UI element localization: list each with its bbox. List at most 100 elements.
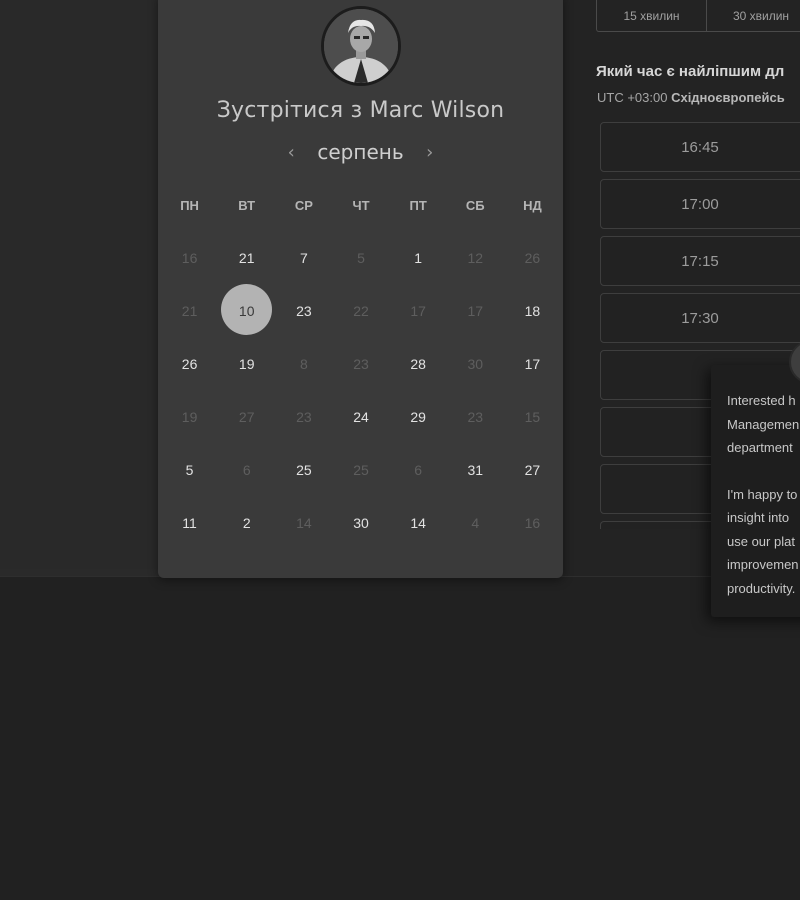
calendar-day: 21: [161, 284, 218, 337]
timezone-name: Східноєвропейсь: [671, 90, 785, 105]
calendar-day[interactable]: 1: [390, 231, 447, 284]
time-slot-label: 17:30: [681, 309, 719, 327]
calendar-day: 30: [447, 337, 504, 390]
calendar-day-number: 28: [410, 355, 426, 372]
calendar-day[interactable]: 11: [161, 496, 218, 549]
calendar-day-number: 27: [238, 408, 255, 425]
calendar-day-number: 14: [296, 514, 312, 531]
calendar-day-number: 21: [238, 249, 255, 266]
calendar-day[interactable]: 14: [390, 496, 447, 549]
calendar-day-selected[interactable]: 10: [218, 284, 275, 337]
calendar-day[interactable]: 26: [161, 337, 218, 390]
calendar-day: 22: [332, 284, 389, 337]
calendar-day-number: 17: [410, 302, 426, 319]
calendar-day-number: 16: [524, 514, 541, 531]
calendar-day[interactable]: 7: [275, 231, 332, 284]
popup-text-line: I'm happy to: [727, 486, 798, 502]
calendar-day-number: 23: [353, 355, 369, 372]
calendar-week-row: 16 21 7 5 1 12 26: [161, 231, 561, 284]
calendar-day: 6: [390, 443, 447, 496]
calendar-day: 23: [447, 390, 504, 443]
calendar-day-number: 25: [353, 461, 369, 478]
calendar-week-row: 21 10 23 22 17 17 18: [161, 284, 561, 337]
duration-tab-15[interactable]: 15 хвилин: [597, 0, 706, 31]
calendar-day[interactable]: 23: [275, 284, 332, 337]
weekday-label: ЧТ: [352, 198, 370, 213]
calendar-day: 12: [447, 231, 504, 284]
calendar-day[interactable]: 18: [504, 284, 561, 337]
weekday-label: СБ: [465, 198, 485, 213]
popup-text-line: Managemen: [727, 416, 800, 432]
calendar-day[interactable]: 21: [218, 231, 275, 284]
calendar-day-number: 26: [524, 249, 541, 266]
calendar-day: 5: [332, 231, 389, 284]
calendar-day-number: 23: [296, 302, 312, 319]
calendar-day-number: 16: [181, 249, 198, 266]
calendar-day-number: 17: [524, 355, 541, 372]
calendar-day: 17: [390, 284, 447, 337]
weekday-label: ВТ: [238, 198, 256, 213]
timezone-offset: UTC +03:00: [597, 90, 668, 105]
calendar-day[interactable]: 31: [447, 443, 504, 496]
month-navigation: ‹ серпень ›: [158, 140, 563, 164]
popup-text-line: productivity.: [727, 580, 796, 596]
calendar-day: 23: [332, 337, 389, 390]
time-slot[interactable]: 17:30: [600, 293, 800, 343]
calendar-day[interactable]: 17: [504, 337, 561, 390]
time-slot[interactable]: 16:45: [600, 122, 800, 172]
calendar-day-number: 27: [524, 461, 541, 478]
calendar-day[interactable]: 28: [390, 337, 447, 390]
calendar-week-row: 19 27 23 24 29 23 15: [161, 390, 561, 443]
calendar-day-number: 23: [296, 408, 312, 425]
calendar-day: 16: [161, 231, 218, 284]
timezone-line[interactable]: UTC +03:00 Східноєвропейсь: [597, 90, 785, 105]
chat-popup[interactable]: Interested h Managemen department I'm ha…: [711, 365, 800, 617]
popup-text-line: insight into: [727, 510, 790, 525]
calendar-day: 19: [161, 390, 218, 443]
calendar-day-number: 10: [238, 302, 255, 319]
calendar-day-number: 30: [467, 355, 484, 372]
calendar-day[interactable]: 30: [332, 496, 389, 549]
calendar-day-number: 31: [467, 461, 484, 478]
calendar-day[interactable]: 24: [332, 390, 389, 443]
calendar-day[interactable]: 5: [161, 443, 218, 496]
calendar-day[interactable]: 2: [218, 496, 275, 549]
popup-text-line: department: [727, 440, 793, 455]
calendar-day[interactable]: 29: [390, 390, 447, 443]
chevron-left-icon[interactable]: ‹: [280, 142, 302, 163]
calendar-day-number: 8: [299, 355, 308, 372]
duration-tab-30[interactable]: 30 хвилин: [706, 0, 800, 31]
calendar-day-number: 18: [524, 302, 541, 319]
calendar-day[interactable]: 27: [504, 443, 561, 496]
calendar-day-number: 5: [185, 461, 194, 478]
time-slot[interactable]: 17:00: [600, 179, 800, 229]
avatar: [321, 6, 401, 86]
calendar-day: 17: [447, 284, 504, 337]
time-slot-label: 17:15: [681, 252, 719, 270]
calendar-day[interactable]: 19: [218, 337, 275, 390]
calendar-day-number: 21: [181, 302, 198, 319]
calendar-day-number: 26: [181, 355, 198, 372]
calendar-day: 4: [447, 496, 504, 549]
calendar-day: 16: [504, 496, 561, 549]
meeting-title: Зустрітися з Marc Wilson: [216, 98, 505, 123]
calendar-day-number: 4: [471, 514, 480, 531]
calendar-day[interactable]: 25: [275, 443, 332, 496]
calendar-day: 23: [275, 390, 332, 443]
popup-text-line: improvemen: [727, 557, 799, 572]
calendar-day-number: 19: [181, 408, 198, 425]
time-slot[interactable]: 17:15: [600, 236, 800, 286]
calendar-day: 27: [218, 390, 275, 443]
calendar-week-row: 11 2 14 30 14 4 16: [161, 496, 561, 549]
calendar-day-number: 14: [410, 514, 426, 531]
calendar-day-number: 7: [299, 249, 308, 266]
avatar-photo: [324, 9, 398, 83]
calendar-day-number: 23: [467, 408, 484, 425]
calendar-day-number: 29: [410, 408, 426, 425]
calendar-day-number: 22: [353, 302, 369, 319]
weekday-label: ПН: [180, 198, 199, 213]
calendar-day-number: 17: [467, 302, 484, 319]
chevron-right-icon[interactable]: ›: [419, 142, 441, 163]
duration-tabs: 15 хвилин 30 хвилин: [596, 0, 800, 32]
time-question-heading: Який час є найліпшим дл: [596, 63, 785, 80]
